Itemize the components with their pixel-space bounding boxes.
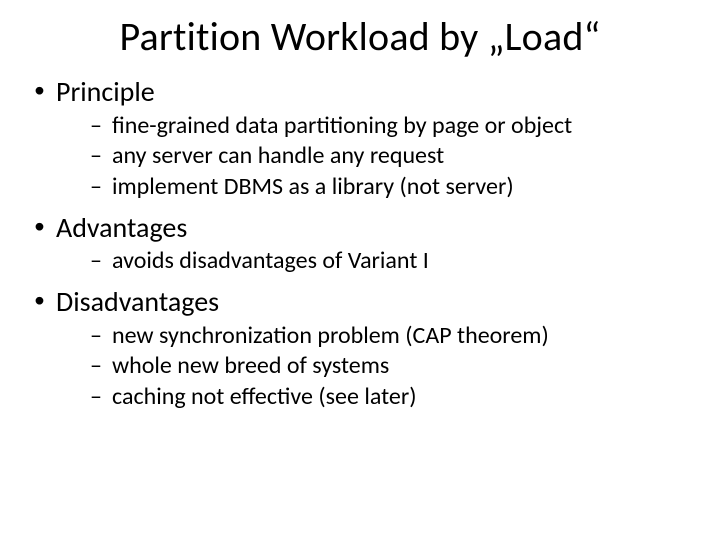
section-heading: Principle xyxy=(56,74,155,109)
section-principle: Principle fine-grained data partitioning… xyxy=(30,75,690,203)
bullet-list: Principle fine-grained data partitioning… xyxy=(30,75,690,413)
section-heading: Advantages xyxy=(56,210,187,245)
slide-title: Partition Workload by „Load“ xyxy=(30,12,690,61)
list-item: fine-grained data partitioning by page o… xyxy=(90,111,690,142)
list-item-text: fine-grained data partitioning by page o… xyxy=(112,111,572,140)
list-item: avoids disadvantages of Variant I xyxy=(90,246,690,277)
list-item: caching not effective (see later) xyxy=(90,382,690,413)
list-item: whole new breed of systems xyxy=(90,351,690,382)
list-item-text: any server can handle any request xyxy=(112,141,444,170)
sub-list: avoids disadvantages of Variant I xyxy=(56,246,690,277)
list-item-text: caching not effective (see later) xyxy=(112,382,416,411)
section-disadvantages: Disadvantages new synchronization proble… xyxy=(30,285,690,413)
section-heading: Disadvantages xyxy=(56,284,219,319)
sub-list: fine-grained data partitioning by page o… xyxy=(56,111,690,203)
list-item: new synchronization problem (CAP theorem… xyxy=(90,321,690,352)
list-item: any server can handle any request xyxy=(90,141,690,172)
list-item-text: whole new breed of systems xyxy=(112,351,389,380)
sub-list: new synchronization problem (CAP theorem… xyxy=(56,321,690,413)
list-item-text: implement DBMS as a library (not server) xyxy=(112,172,514,201)
list-item: implement DBMS as a library (not server) xyxy=(90,172,690,203)
slide: Partition Workload by „Load“ Principle f… xyxy=(0,0,720,540)
list-item-text: new synchronization problem (CAP theorem… xyxy=(112,321,549,350)
list-item-text: avoids disadvantages of Variant I xyxy=(112,246,429,275)
section-advantages: Advantages avoids disadvantages of Varia… xyxy=(30,211,690,277)
